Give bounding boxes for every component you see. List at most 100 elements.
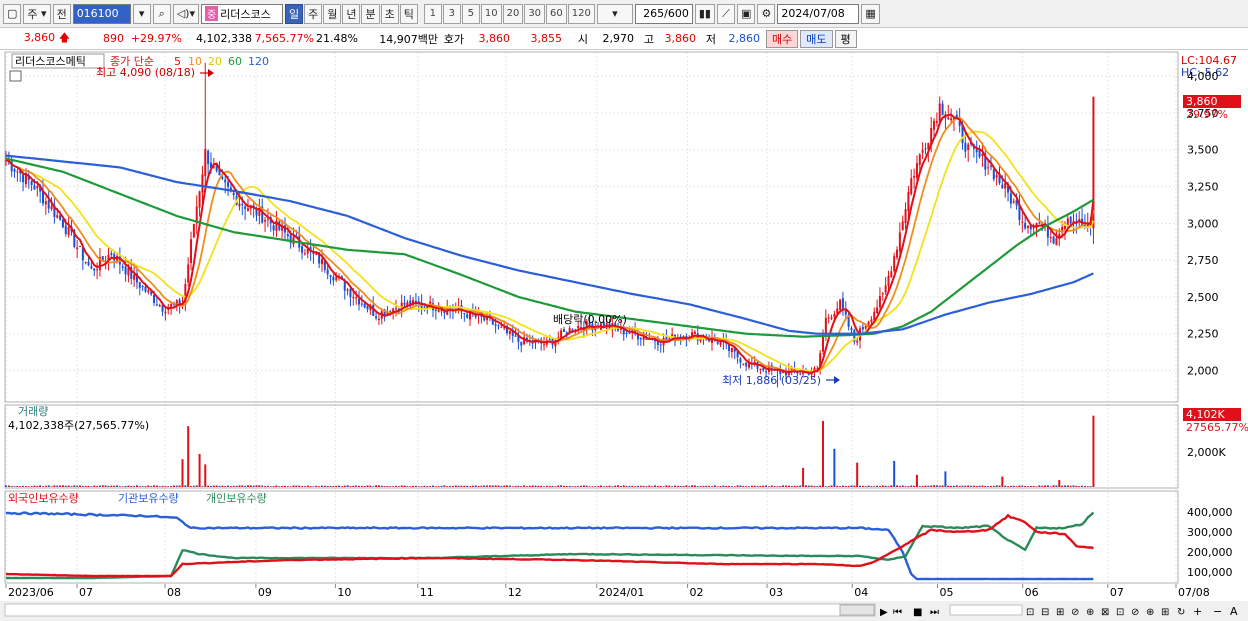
holdings-lines: [5, 511, 1095, 581]
last-icon[interactable]: ⏭: [930, 607, 939, 618]
tool3-icon[interactable]: ⊞: [1056, 607, 1064, 618]
volume-bar-282: [807, 485, 810, 487]
calculator-icon[interactable]: [9, 70, 22, 82]
current-price-value: 3,860: [23, 31, 56, 44]
volume-bar-7: [24, 486, 27, 487]
scrollbar-thumb[interactable]: [839, 604, 875, 616]
volume-bar-278: [796, 485, 799, 487]
candle-body-316: [904, 209, 907, 224]
period-button-2[interactable]: 월: [323, 3, 342, 24]
tool5-icon[interactable]: ⊕: [1086, 607, 1094, 618]
period-button-1[interactable]: 주: [304, 3, 323, 24]
volume-bar-78: [227, 485, 230, 487]
calendar-icon[interactable]: ▦: [861, 3, 880, 24]
volume-bar-83: [241, 485, 244, 487]
date-field[interactable]: 2024/07/08: [777, 3, 860, 24]
volume-bar-41: [121, 486, 124, 487]
volume-bar-180: [517, 485, 520, 487]
tool10-icon[interactable]: ⊞: [1161, 607, 1169, 618]
volume-pct: 7,565.77%: [254, 32, 314, 45]
interval-button-20[interactable]: 20: [502, 3, 524, 24]
tool6-icon[interactable]: ⊠: [1101, 607, 1109, 618]
count-field[interactable]: 265/600: [634, 3, 693, 24]
tool9-icon[interactable]: ⊕: [1146, 607, 1154, 618]
market-select[interactable]: 주 ▾: [23, 3, 51, 24]
line-tool-icon[interactable]: ⟋: [716, 3, 735, 24]
volume-bar-340: [972, 485, 975, 487]
volume-bar-287: [822, 420, 825, 487]
gear-icon[interactable]: ⚙: [757, 3, 776, 24]
code-input[interactable]: 016100: [72, 3, 131, 24]
interval-button-10[interactable]: 10: [480, 3, 502, 24]
save-icon[interactable]: ▣: [736, 3, 756, 24]
zoom-slider[interactable]: [949, 604, 1023, 616]
eval-button[interactable]: 평: [834, 29, 857, 48]
layout-icon[interactable]: ▢: [3, 3, 22, 24]
zoom-in-icon[interactable]: +: [1193, 605, 1202, 618]
sell-button[interactable]: 매도: [800, 29, 833, 48]
candle-body-314: [898, 232, 901, 252]
candle-type-icon[interactable]: ▮▮: [694, 3, 715, 24]
volume-bar-285: [816, 486, 819, 487]
first-icon[interactable]: ⏮: [893, 607, 902, 618]
speaker-icon[interactable]: ◁)▾: [172, 3, 199, 24]
buy-button[interactable]: 매수: [766, 29, 799, 48]
volume-bar-376: [1075, 485, 1078, 487]
interval-button-60[interactable]: 60: [546, 3, 567, 24]
candle-body-50: [147, 290, 150, 293]
scrollbar-track[interactable]: [4, 603, 876, 617]
stock-chart[interactable]: 리더스코스메틱 종가 단순 5 10 20 60 120 최고 4,090 (0…: [0, 50, 1248, 621]
tool8-icon[interactable]: ⊘: [1131, 607, 1139, 618]
volume-last-tag-text: 4,102K: [1186, 408, 1225, 421]
interval-button-3[interactable]: 3: [442, 3, 461, 24]
tool2-icon[interactable]: ⊟: [1041, 607, 1049, 618]
prev-button[interactable]: 전: [52, 3, 71, 24]
search-icon[interactable]: ⌕: [152, 3, 171, 24]
tool1-icon[interactable]: ⊡: [1026, 607, 1034, 618]
candle-body-52: [153, 295, 156, 303]
volume-bar-344: [984, 485, 987, 487]
font-size-icon[interactable]: A: [1230, 605, 1238, 618]
volume-bar-8: [27, 486, 30, 487]
interval-select[interactable]: ▾: [596, 3, 633, 24]
volume-bar-226: [648, 485, 651, 487]
code-dropdown-icon[interactable]: ▾: [132, 3, 151, 24]
high-annotation: 최고 4,090 (08/18): [96, 66, 195, 79]
candle-body-290: [830, 317, 833, 319]
volume-bar-125: [360, 485, 363, 487]
x-label-5: 11: [420, 586, 434, 599]
volume-bar-197: [565, 486, 568, 487]
volume-bar-366: [1046, 485, 1049, 487]
low-value: 2,860: [728, 32, 761, 45]
volume-bar-181: [520, 486, 523, 487]
volume-bar-209: [599, 485, 602, 487]
candle-body-3: [13, 169, 16, 172]
volume-bar-194: [557, 485, 560, 487]
interval-button-1[interactable]: 1: [423, 3, 442, 24]
volume-bar-288: [824, 486, 827, 487]
volume-bar-49: [144, 486, 147, 487]
volume-bar-220: [631, 485, 634, 487]
interval-button-120[interactable]: 120: [567, 3, 595, 24]
interval-button-30[interactable]: 30: [524, 3, 546, 24]
stop-icon[interactable]: ■: [913, 607, 922, 618]
foreign-line: [5, 513, 1094, 578]
scroll-right-icon[interactable]: ▶: [880, 607, 888, 618]
candle-body-201: [577, 325, 580, 329]
period-button-5[interactable]: 초: [380, 3, 399, 24]
tool11-icon[interactable]: ↻: [1177, 607, 1185, 618]
candle-body-66: [192, 223, 195, 238]
tool7-icon[interactable]: ⊡: [1116, 607, 1124, 618]
tool4-icon[interactable]: ⊘: [1071, 607, 1079, 618]
period-button-3[interactable]: 년: [342, 3, 361, 24]
interval-button-5[interactable]: 5: [461, 3, 480, 24]
period-button-0[interactable]: 일: [284, 3, 304, 24]
zoom-out-icon[interactable]: −: [1213, 605, 1222, 618]
volume-bar-161: [463, 485, 466, 487]
period-button-6[interactable]: 틱: [399, 3, 418, 24]
volume-bar-227: [651, 486, 654, 487]
period-button-4[interactable]: 분: [361, 3, 380, 24]
volume-bar-124: [357, 485, 360, 487]
candle-body-64: [187, 264, 190, 283]
volume-bar-149: [429, 486, 432, 487]
